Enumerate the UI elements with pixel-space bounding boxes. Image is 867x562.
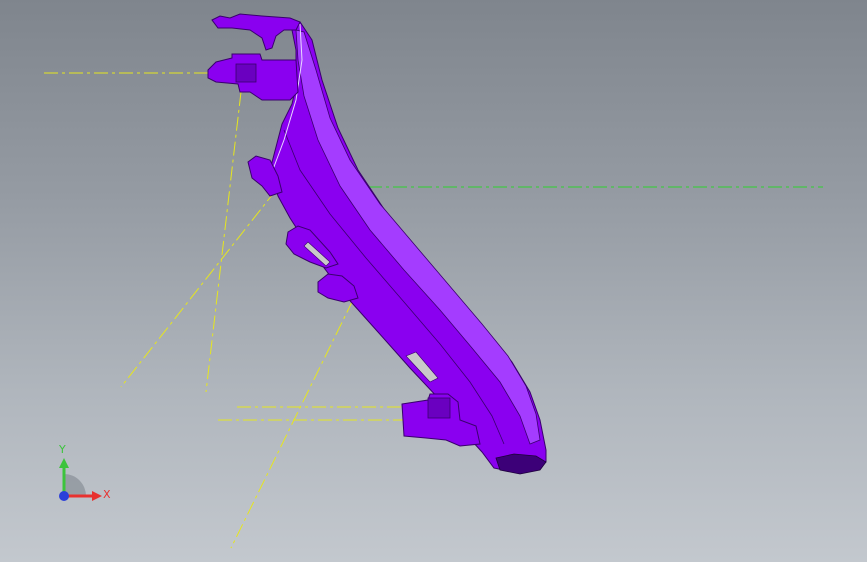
orientation-triad: Y X xyxy=(58,443,111,501)
triad-z-axis xyxy=(59,491,69,501)
triad-y-label: Y xyxy=(58,443,66,456)
triad-y-arrow xyxy=(59,458,69,468)
construction-line-diag-1 xyxy=(205,91,242,393)
part-body[interactable] xyxy=(207,13,547,475)
triad-x-label: X xyxy=(103,488,111,501)
construction-line-diag-2 xyxy=(120,189,277,388)
triad-x-arrow xyxy=(92,491,102,501)
part-top-hook[interactable] xyxy=(211,13,301,51)
model-scene[interactable] xyxy=(0,0,867,562)
construction-line-diag-3 xyxy=(230,299,354,549)
part-bottom-clip-slot xyxy=(427,397,451,419)
part-top-clip-slot xyxy=(235,63,257,83)
graphics-viewport[interactable]: Y X xyxy=(0,0,867,562)
